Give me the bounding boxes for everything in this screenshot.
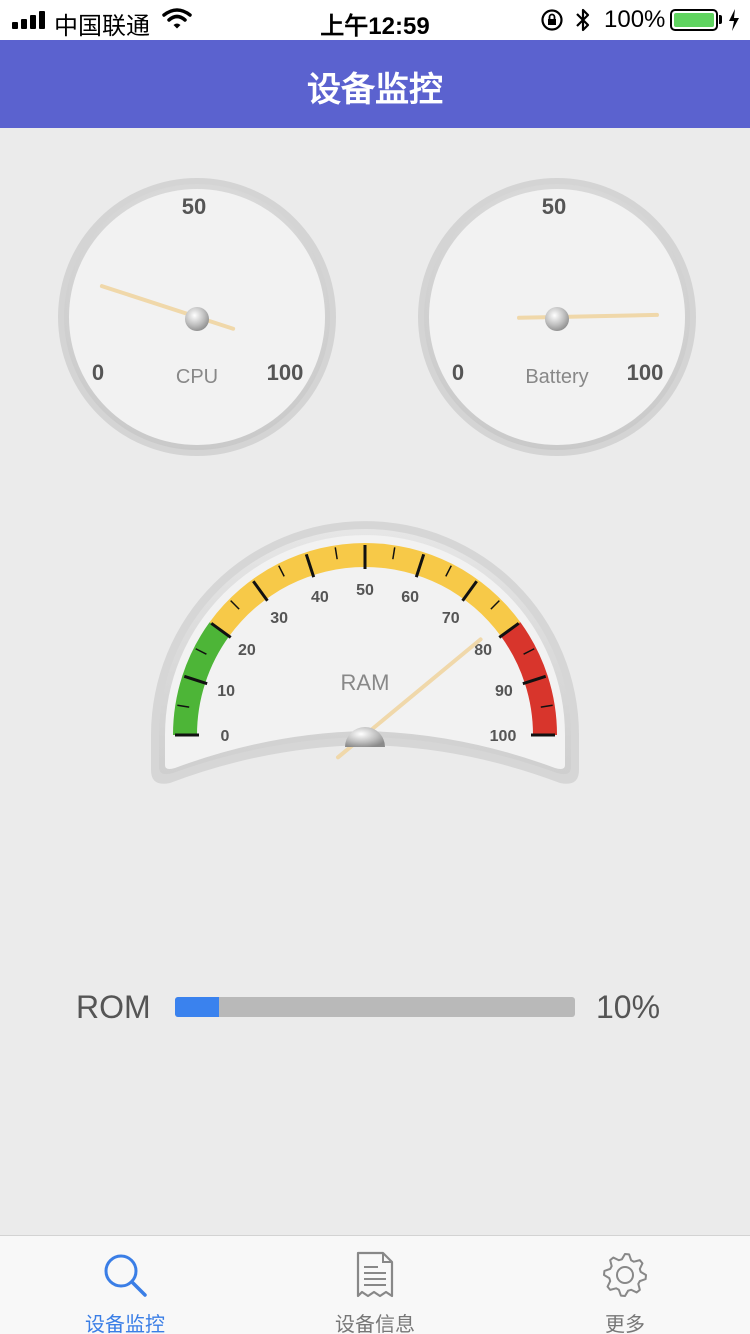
ram-gauge: 010203040 50 60708090100 RAM: [151, 521, 579, 784]
gauge-hub: [185, 307, 209, 331]
gauge-min-label: 0: [92, 360, 104, 385]
orientation-lock-icon: [541, 9, 563, 31]
bluetooth-icon: [576, 8, 590, 32]
gauge-mid-label: 50: [542, 194, 566, 219]
rom-label: ROM: [76, 989, 151, 1025]
gauge-max-label: 100: [267, 360, 304, 385]
gauge-max-label: 100: [627, 360, 664, 385]
battery-icon: [670, 9, 718, 31]
ram-tick-label: 50: [356, 582, 374, 599]
ram-tick-label: 30: [270, 610, 288, 627]
gauge-hub: [545, 307, 569, 331]
tab-device-info[interactable]: 设备信息: [250, 1236, 500, 1334]
gauge-title: RAM: [341, 670, 390, 695]
cpu-gauge: 50 0 100 CPU: [58, 178, 336, 456]
rom-percent: 10%: [596, 989, 661, 1025]
ram-tick-label: 90: [495, 683, 513, 700]
status-bar: 中国联通 上午12:59 100%: [0, 0, 750, 40]
tab-label: 设备信息: [335, 1314, 415, 1334]
search-icon: [104, 1254, 147, 1297]
tab-device-monitor[interactable]: 设备监控: [0, 1236, 250, 1334]
rom-usage: ROM 10%: [0, 985, 750, 1031]
ram-tick-label: 60: [401, 589, 419, 606]
tab-more[interactable]: 更多: [500, 1236, 750, 1334]
tab-label: 设备监控: [85, 1314, 165, 1334]
tab-label: 更多: [605, 1314, 645, 1334]
battery-percent: 100%: [604, 6, 666, 33]
tab-bar: 设备监控 设备信息 更多: [0, 1235, 750, 1334]
ram-tick-label: 70: [442, 610, 460, 627]
rom-progress-bar: [175, 997, 575, 1017]
page-title: 设备监控: [307, 71, 443, 109]
ram-tick-label: 40: [311, 589, 329, 606]
ram-tick-label: 20: [238, 642, 256, 659]
gauge-needle: [555, 312, 659, 319]
ram-tick-label: 0: [221, 728, 230, 745]
navigation-bar: 设备监控: [0, 40, 750, 128]
gauge-title: Battery: [525, 366, 588, 388]
rom-progress-fill: [175, 997, 219, 1017]
ram-tick-label: 10: [217, 683, 235, 700]
document-icon: [356, 1251, 394, 1298]
gauge-min-label: 0: [452, 360, 464, 385]
ram-tick-label: 100: [490, 728, 517, 745]
gauge-mid-label: 50: [182, 194, 206, 219]
charging-bolt-icon: [729, 9, 739, 31]
gauge-title: CPU: [176, 366, 218, 388]
battery-gauge: 50 0 100 Battery: [418, 178, 696, 456]
battery-cap: [719, 15, 722, 24]
gear-icon: [603, 1253, 647, 1297]
